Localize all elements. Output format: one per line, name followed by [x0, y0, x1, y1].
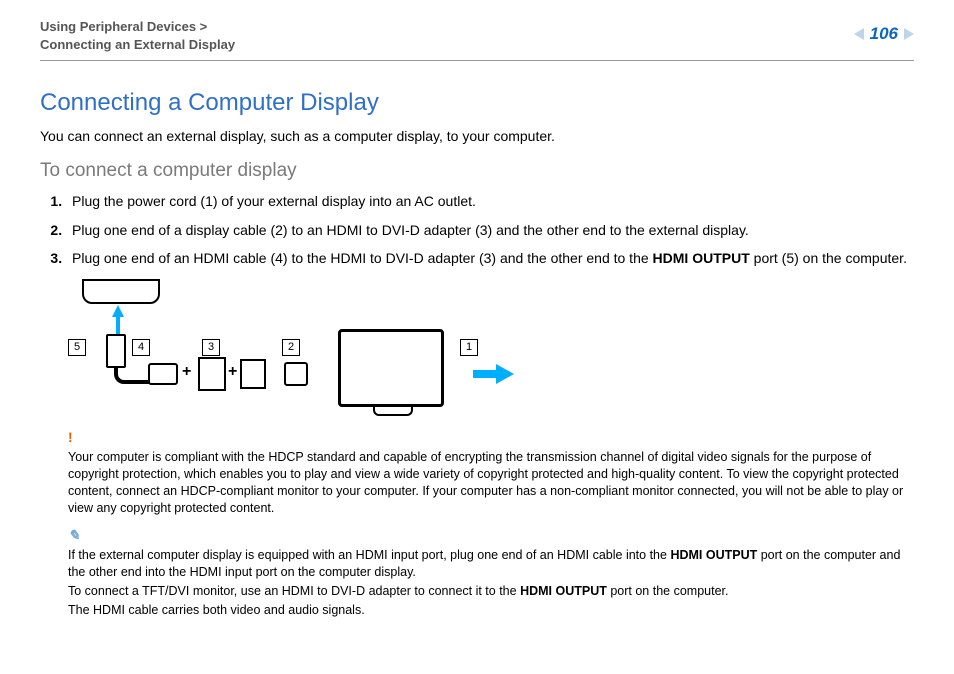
warning-note: ! Your computer is compliant with the HD…	[68, 429, 914, 517]
callout-1: 1	[460, 339, 478, 356]
plus-icon: +	[182, 363, 191, 381]
tip-note: ✎ If the external computer display is eq…	[68, 527, 914, 619]
monitor-icon	[338, 329, 444, 407]
hdmi-port-icon	[82, 279, 160, 304]
plus-icon: +	[228, 363, 237, 381]
arrow-right-icon	[496, 364, 514, 384]
hdmi-connector-icon	[148, 363, 178, 385]
page-number-nav: 106	[854, 24, 914, 44]
tip-text-3: The HDMI cable carries both video and au…	[68, 602, 914, 619]
breadcrumb-bottom: Connecting an External Display	[40, 36, 914, 54]
step-2: Plug one end of a display cable (2) to a…	[66, 219, 914, 241]
callout-5: 5	[68, 339, 86, 356]
prev-page-icon[interactable]	[854, 28, 864, 40]
tip-text-2: To connect a TFT/DVI monitor, use an HDM…	[68, 583, 914, 600]
tip-icon: ✎	[68, 527, 80, 543]
hdmi-cable-end-icon	[106, 334, 126, 368]
page-title: Connecting a Computer Display	[40, 89, 914, 117]
page-header: Using Peripheral Devices > Connecting an…	[40, 18, 914, 61]
warning-text: Your computer is compliant with the HDCP…	[68, 449, 914, 517]
callout-2: 2	[282, 339, 300, 356]
adapter-connector-icon	[240, 359, 266, 389]
callout-4: 4	[132, 339, 150, 356]
breadcrumb-top: Using Peripheral Devices >	[40, 18, 914, 36]
display-cable-end-icon	[284, 362, 308, 386]
step-3: Plug one end of an HDMI cable (4) to the…	[66, 247, 914, 269]
step-1: Plug the power cord (1) of your external…	[66, 190, 914, 212]
warning-icon: !	[68, 429, 73, 445]
page-number: 106	[870, 24, 898, 44]
step-list: Plug the power cord (1) of your external…	[40, 190, 914, 269]
hdmi-output-label: HDMI OUTPUT	[653, 250, 750, 266]
tip-text-1: If the external computer display is equi…	[68, 547, 914, 581]
arrow-up-icon	[112, 305, 124, 317]
next-page-icon[interactable]	[904, 28, 914, 40]
intro-text: You can connect an external display, suc…	[40, 127, 914, 146]
section-subtitle: To connect a computer display	[40, 160, 914, 182]
callout-3: 3	[202, 339, 220, 356]
dvi-adapter-icon	[198, 357, 226, 391]
cable-bend-icon	[114, 366, 150, 384]
connection-diagram: 5 4 + 3 + 2 1	[68, 279, 914, 419]
